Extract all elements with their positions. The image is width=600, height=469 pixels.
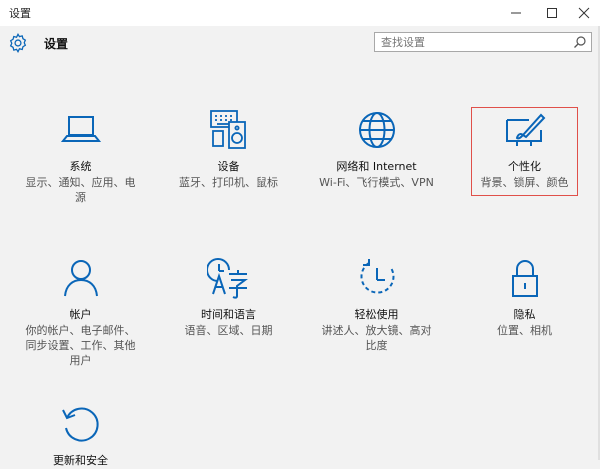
- tile-devices[interactable]: 设备 蓝牙、打印机、鼠标: [166, 108, 291, 190]
- ease-of-access-icon: [359, 259, 394, 294]
- tile-desc: 语音、区域、日期: [184, 324, 273, 337]
- close-icon: [578, 7, 590, 19]
- search-box[interactable]: [374, 32, 592, 52]
- window-title: 设置: [9, 7, 31, 20]
- tile-update-security[interactable]: 更新和安全: [18, 402, 143, 469]
- paint-brush-icon: [505, 113, 545, 146]
- title-bar: 设置: [0, 0, 600, 26]
- tile-desc: 显示、通知、应用、电源: [25, 176, 136, 204]
- tile-desc: 位置、相机: [497, 324, 552, 337]
- tile-name: 个性化: [508, 160, 541, 173]
- search-icon[interactable]: [573, 35, 587, 49]
- maximize-icon: [547, 8, 557, 18]
- tile-system[interactable]: 系统 显示、通知、应用、电源: [18, 108, 143, 205]
- maximize-button[interactable]: [534, 0, 570, 26]
- tile-name: 帐户: [69, 308, 92, 321]
- tile-name: 轻松使用: [354, 308, 399, 321]
- update-icon: [61, 407, 99, 442]
- tile-desc: 讲述人、放大镜、高对比度: [321, 324, 432, 352]
- tile-time-language[interactable]: 时间和语言 语音、区域、日期: [166, 256, 291, 338]
- tile-personalization[interactable]: 个性化 背景、锁屏、颜色: [462, 108, 587, 190]
- laptop-icon: [60, 116, 101, 142]
- tile-name: 网络和 Internet: [336, 160, 417, 173]
- tile-name: 系统: [69, 160, 92, 173]
- tile-desc: 背景、锁屏、颜色: [480, 176, 569, 189]
- gear-icon: [9, 32, 27, 54]
- tile-name: 更新和安全: [53, 454, 108, 467]
- tile-name: 时间和语言: [201, 308, 256, 321]
- tile-network[interactable]: 网络和 Internet Wi-Fi、飞行模式、VPN: [314, 108, 439, 190]
- person-icon: [63, 260, 98, 297]
- tile-ease-of-access[interactable]: 轻松使用 讲述人、放大镜、高对比度: [314, 256, 439, 353]
- tile-desc: 蓝牙、打印机、鼠标: [179, 176, 278, 189]
- tile-name: 隐私: [513, 308, 536, 321]
- time-language-icon: [206, 258, 248, 299]
- tile-accounts[interactable]: 帐户 你的帐户、电子邮件、同步设置、工作、其他用户: [18, 256, 143, 368]
- tile-desc: Wi-Fi、飞行模式、VPN: [319, 176, 434, 189]
- minimize-icon: [511, 12, 521, 14]
- close-button[interactable]: [566, 0, 600, 26]
- tile-desc: 你的帐户、电子邮件、同步设置、工作、其他用户: [25, 324, 136, 367]
- lock-icon: [511, 260, 538, 297]
- minimize-button[interactable]: [498, 0, 534, 26]
- search-input[interactable]: [381, 34, 561, 50]
- tile-name: 设备: [217, 160, 240, 173]
- globe-icon: [358, 112, 395, 148]
- page-title: 设置: [44, 37, 69, 51]
- devices-icon: [209, 110, 246, 149]
- tile-privacy[interactable]: 隐私 位置、相机: [462, 256, 587, 338]
